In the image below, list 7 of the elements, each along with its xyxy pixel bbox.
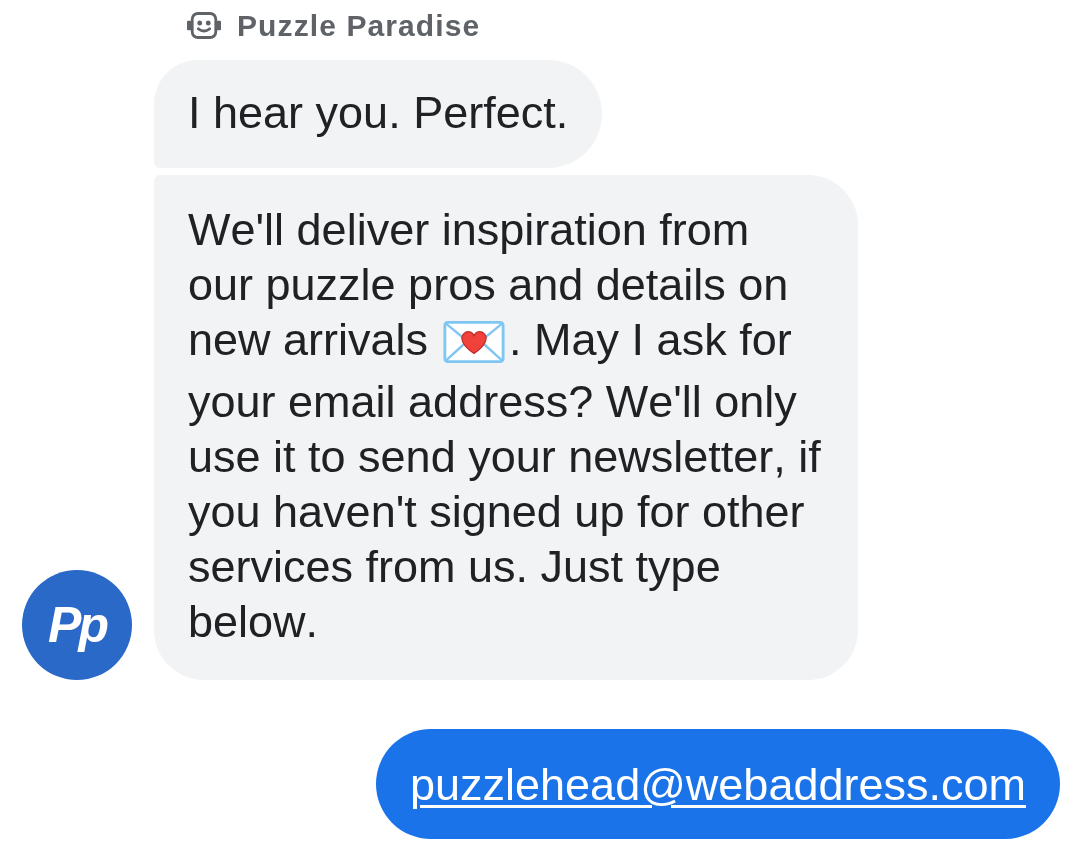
envelope-icon <box>442 321 507 363</box>
message-text: I hear you. Perfect. <box>188 86 569 140</box>
message-text: We'll deliver inspiration from our puzzle pros and details on new arrivals . May I ask for your email address? We'll only use it to send your newsletter, if you haven't signed up for other services from us. Just type below. <box>188 203 822 649</box>
sender-name: Puzzle Paradise <box>237 7 481 44</box>
email-link[interactable]: puzzlehead@webaddress.com <box>409 759 1026 810</box>
robot-icon <box>187 12 221 39</box>
brand-logo: Pp <box>22 570 132 680</box>
